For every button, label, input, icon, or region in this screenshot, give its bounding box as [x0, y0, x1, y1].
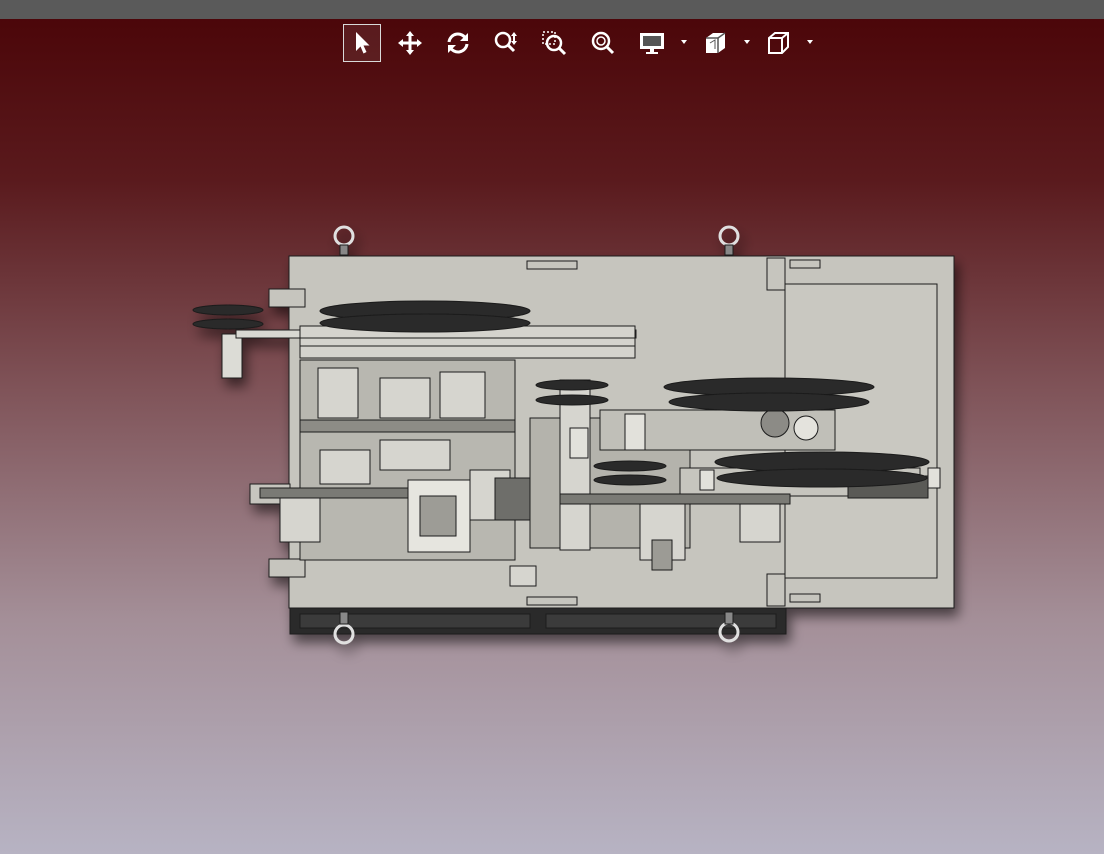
- zoom-button[interactable]: [487, 24, 525, 62]
- caret-down-icon: [681, 40, 687, 44]
- machine-assembly-model[interactable]: [0, 66, 1104, 854]
- view-orientation-button[interactable]: [759, 24, 797, 62]
- section-view-dropdown[interactable]: [742, 37, 752, 47]
- cursor-arrow-icon: [356, 32, 370, 54]
- left-reel: [192, 304, 264, 316]
- rotate-button[interactable]: [439, 24, 477, 62]
- monitor-icon: [640, 33, 664, 54]
- pan-button[interactable]: [391, 24, 429, 62]
- view-orientation-dropdown[interactable]: [805, 37, 815, 47]
- window-top-bar: [0, 0, 1104, 19]
- view-toolbar: [0, 22, 1104, 64]
- move-arrows-icon: [398, 31, 422, 55]
- caret-down-icon: [744, 40, 750, 44]
- cube-icon: [768, 32, 789, 54]
- 3d-viewport[interactable]: [0, 66, 1104, 854]
- zoom-fit-icon: [591, 31, 615, 55]
- zoom-fit-button[interactable]: [584, 24, 622, 62]
- display-style-dropdown[interactable]: [679, 37, 689, 47]
- center-small-reel: [535, 379, 609, 391]
- section-view-button[interactable]: [696, 24, 734, 62]
- zoom-updown-icon: [494, 31, 517, 53]
- section-cube-icon: [706, 32, 726, 53]
- select-button[interactable]: [343, 24, 381, 62]
- zoom-window-icon: [542, 31, 567, 56]
- zoom-window-button[interactable]: [535, 24, 573, 62]
- rotate-icon: [447, 32, 469, 54]
- display-style-button[interactable]: [633, 24, 671, 62]
- caret-down-icon: [807, 40, 813, 44]
